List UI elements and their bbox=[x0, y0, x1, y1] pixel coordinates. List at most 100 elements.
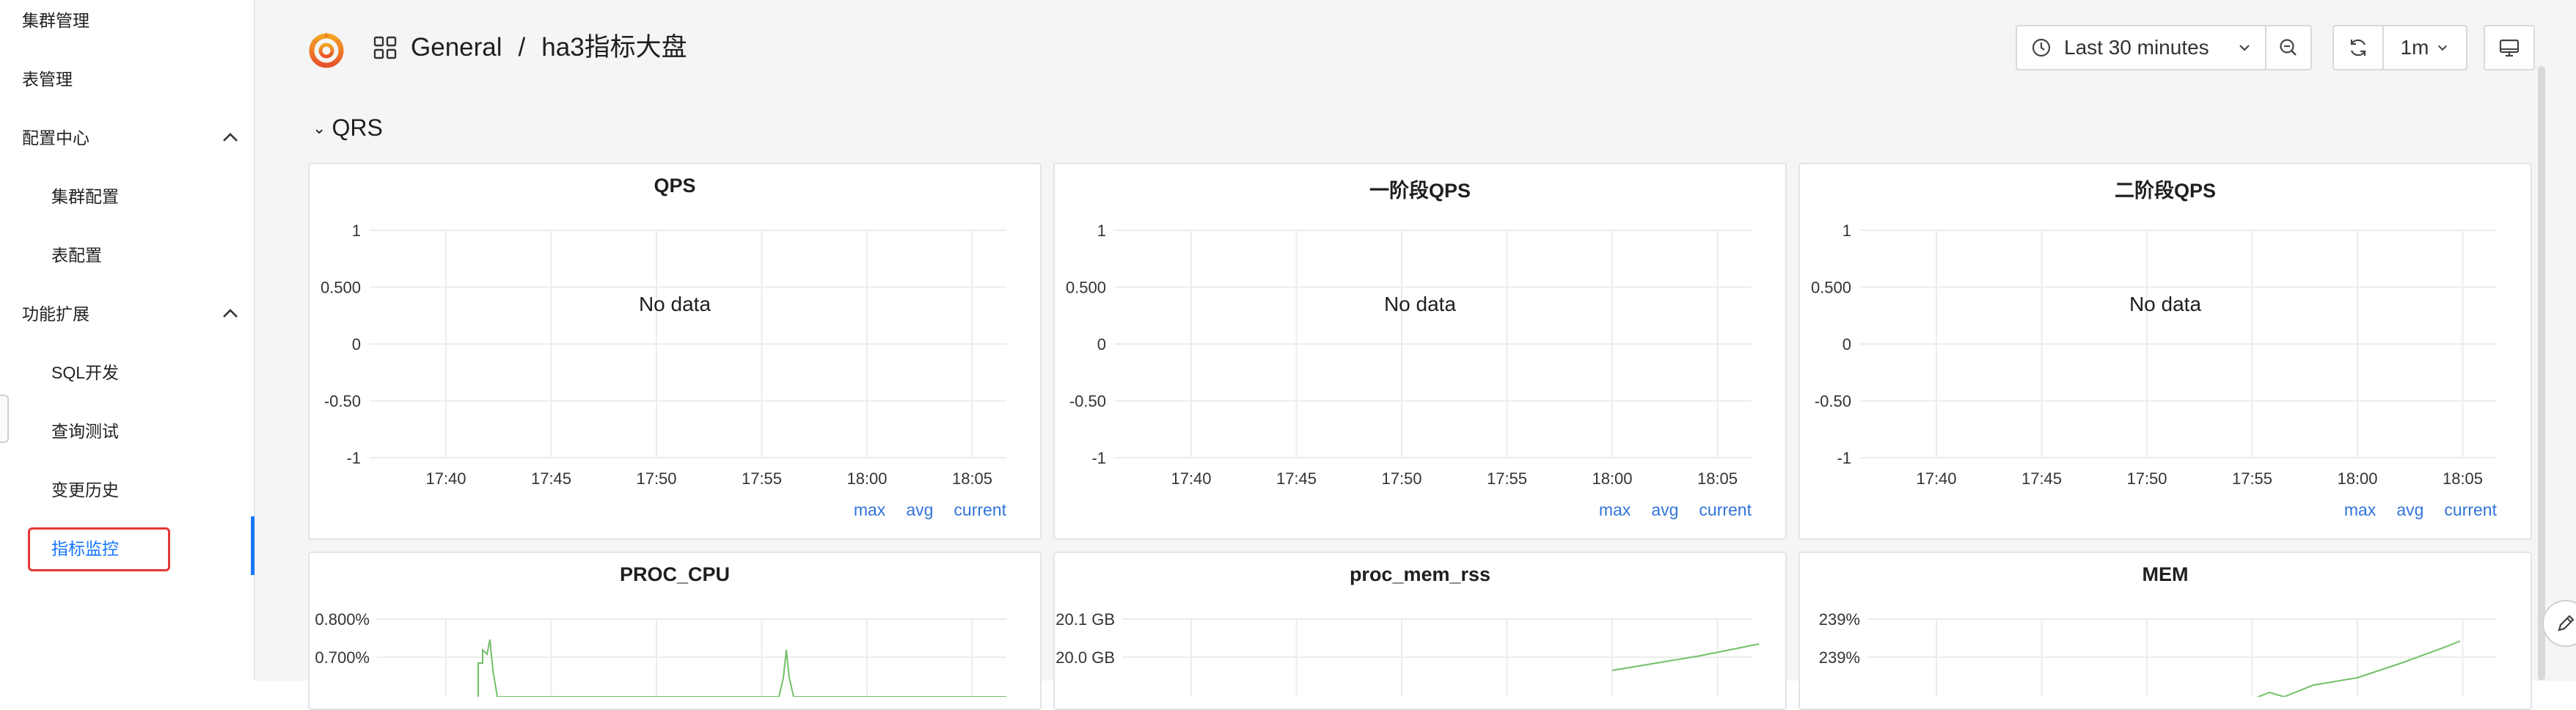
zoom-out-button[interactable] bbox=[2265, 25, 2312, 70]
y-tick-label: 239% bbox=[1819, 648, 1860, 667]
sidebar-item-table-config[interactable]: 表配置 bbox=[51, 244, 102, 266]
legend-header: max avg current bbox=[2324, 500, 2497, 520]
x-tick-label: 18:00 bbox=[1592, 469, 1632, 488]
y-tick-label: 0 bbox=[1843, 335, 1851, 354]
chevron-up-icon[interactable] bbox=[220, 304, 241, 324]
y-tick-label: -1 bbox=[1837, 449, 1851, 467]
x-tick-label: 18:00 bbox=[846, 469, 887, 488]
row-title: QRS bbox=[332, 114, 383, 141]
chevron-up-icon[interactable] bbox=[220, 128, 241, 148]
no-data-message: No data bbox=[1384, 293, 1456, 315]
graph-canvas: 0.800% 0.700% bbox=[315, 610, 1006, 697]
sidebar-item-table-management[interactable]: 表管理 bbox=[22, 68, 73, 90]
legend-header: max avg current bbox=[1578, 500, 1752, 520]
legend-sort-current[interactable]: current bbox=[954, 500, 1006, 519]
time-range-label: Last 30 minutes bbox=[2064, 36, 2209, 59]
x-tick-label: 18:00 bbox=[2337, 469, 2377, 488]
legend-sort-avg[interactable]: avg bbox=[1651, 500, 1678, 519]
x-tick-label: 17:50 bbox=[1381, 469, 1421, 488]
y-tick-label: 1 bbox=[1097, 222, 1106, 240]
active-indicator bbox=[251, 516, 255, 575]
x-tick-label: 17:45 bbox=[1276, 469, 1317, 488]
legend-sort-max[interactable]: max bbox=[854, 500, 885, 519]
y-tick-label: 0.500 bbox=[1066, 279, 1106, 297]
graph-panel[interactable]: QPS 1 0.500 0 -0.50 -1 17:40 17:45 17:50 17:55 18:… bbox=[308, 163, 1042, 540]
y-tick-label: -0.50 bbox=[324, 392, 361, 411]
legend-sort-current[interactable]: current bbox=[2444, 500, 2497, 519]
y-tick-label: 0.700% bbox=[315, 648, 370, 667]
sidebar-item-sql-dev[interactable]: SQL开发 bbox=[51, 362, 119, 384]
x-tick-label: 17:50 bbox=[636, 469, 676, 488]
x-tick-label: 17:45 bbox=[2021, 469, 2062, 488]
no-data-message: No data bbox=[639, 293, 711, 315]
legend-sort-max[interactable]: max bbox=[1599, 500, 1631, 519]
legend-header: max avg current bbox=[833, 500, 1006, 520]
pencil-icon bbox=[2558, 615, 2575, 632]
legend-sort-current[interactable]: current bbox=[1699, 500, 1752, 519]
x-tick-label: 17:55 bbox=[1487, 469, 1527, 488]
x-tick-label: 18:05 bbox=[2443, 469, 2483, 488]
graph-panel[interactable]: MEM 239% 239% bbox=[1799, 552, 2532, 710]
refresh-interval-label: 1m bbox=[2400, 36, 2429, 59]
tv-mode-button[interactable] bbox=[2484, 25, 2535, 70]
y-tick-label: 0 bbox=[1097, 335, 1106, 354]
breadcrumb-separator: / bbox=[518, 33, 526, 62]
row-header-qrs[interactable]: ⌄ QRS bbox=[312, 111, 383, 144]
graph-canvas: 1 0.500 0 -0.50 -1 17:40 17:45 17:50 17:55 18:00 1… bbox=[1066, 222, 1752, 488]
y-tick-label: 239% bbox=[1819, 610, 1860, 629]
chevron-down-icon bbox=[2239, 45, 2250, 51]
sidebar-item-cluster-config[interactable]: 集群配置 bbox=[51, 186, 119, 208]
graph-panel[interactable]: 一阶段QPS 1 0.500 0 -0.50 -1 17:40 17:45 17:50 17:55… bbox=[1053, 163, 1787, 540]
y-tick-label: -1 bbox=[1091, 449, 1106, 467]
x-tick-label: 17:40 bbox=[425, 469, 466, 488]
dashboard-title[interactable]: ha3指标大盘 bbox=[541, 33, 687, 62]
sidebar: 集群管理 表管理 配置中心 集群配置 表配置 功能扩展 SQL开发 查询测试 变… bbox=[0, 0, 255, 681]
grafana-logo-icon[interactable] bbox=[307, 29, 346, 69]
monitor-icon bbox=[2499, 39, 2520, 57]
clock-icon bbox=[2032, 38, 2051, 57]
y-tick-label: 0 bbox=[352, 335, 361, 354]
legend-sort-avg[interactable]: avg bbox=[906, 500, 933, 519]
scrollbar[interactable] bbox=[2538, 66, 2545, 681]
sidebar-item-config-center[interactable]: 配置中心 bbox=[22, 127, 89, 149]
chevron-down-icon: ⌄ bbox=[312, 119, 326, 137]
dashboard-grid-icon bbox=[373, 36, 397, 59]
sidebar-item-metrics-monitor[interactable]: 指标监控 bbox=[51, 538, 119, 560]
y-tick-label: 0.500 bbox=[321, 279, 361, 297]
y-tick-label: 20.0 GB bbox=[1055, 648, 1115, 667]
x-tick-label: 17:55 bbox=[742, 469, 782, 488]
breadcrumb-folder[interactable]: General bbox=[411, 33, 502, 62]
graph-panel[interactable]: 二阶段QPS 1 0.500 0 -0.50 -1 17:40 17:45 17:50 17:55… bbox=[1799, 163, 2532, 540]
refresh-icon bbox=[2350, 39, 2366, 56]
sidebar-item-query-test[interactable]: 查询测试 bbox=[51, 420, 119, 442]
y-tick-label: 0.800% bbox=[315, 610, 370, 629]
chevron-down-icon bbox=[2438, 45, 2448, 51]
x-tick-label: 17:40 bbox=[1171, 469, 1211, 488]
refresh-interval-picker[interactable]: 1m bbox=[2382, 25, 2467, 70]
y-tick-label: 0.500 bbox=[1811, 279, 1851, 297]
sidebar-item-change-history[interactable]: 变更历史 bbox=[51, 479, 119, 501]
graph-canvas: 1 0.500 0 -0.50 -1 17:40 17:45 17:50 17:55 18:00 1… bbox=[321, 222, 1006, 488]
x-tick-label: 18:05 bbox=[952, 469, 992, 488]
y-tick-label: -1 bbox=[346, 449, 361, 467]
refresh-button[interactable] bbox=[2332, 25, 2384, 70]
zoom-out-icon bbox=[2280, 39, 2297, 56]
time-range-picker[interactable]: Last 30 minutes bbox=[2016, 25, 2266, 70]
graph-canvas: 20.1 GB 20.0 GB bbox=[1055, 610, 1760, 697]
graph-panel[interactable]: PROC_CPU 0.800% 0.700% bbox=[308, 552, 1042, 710]
sidebar-collapse-handle[interactable] bbox=[0, 395, 9, 443]
y-tick-label: 1 bbox=[1843, 222, 1851, 240]
sidebar-item-feature-extension[interactable]: 功能扩展 bbox=[22, 303, 89, 325]
legend-sort-avg[interactable]: avg bbox=[2396, 500, 2423, 519]
y-tick-label: -0.50 bbox=[1815, 392, 1851, 411]
graph-canvas: 239% 239% bbox=[1819, 610, 2497, 697]
x-tick-label: 17:45 bbox=[531, 469, 571, 488]
y-tick-label: 1 bbox=[352, 222, 361, 240]
legend-sort-max[interactable]: max bbox=[2344, 500, 2376, 519]
sidebar-item-cluster-management[interactable]: 集群管理 bbox=[22, 10, 89, 32]
graph-canvas: 1 0.500 0 -0.50 -1 17:40 17:45 17:50 17:55 18:00 1… bbox=[1811, 222, 2497, 488]
series-line bbox=[477, 639, 1006, 697]
x-tick-label: 18:05 bbox=[1697, 469, 1738, 488]
graph-panel[interactable]: proc_mem_rss 20.1 GB 20.0 GB bbox=[1053, 552, 1787, 710]
no-data-message: No data bbox=[2129, 293, 2201, 315]
